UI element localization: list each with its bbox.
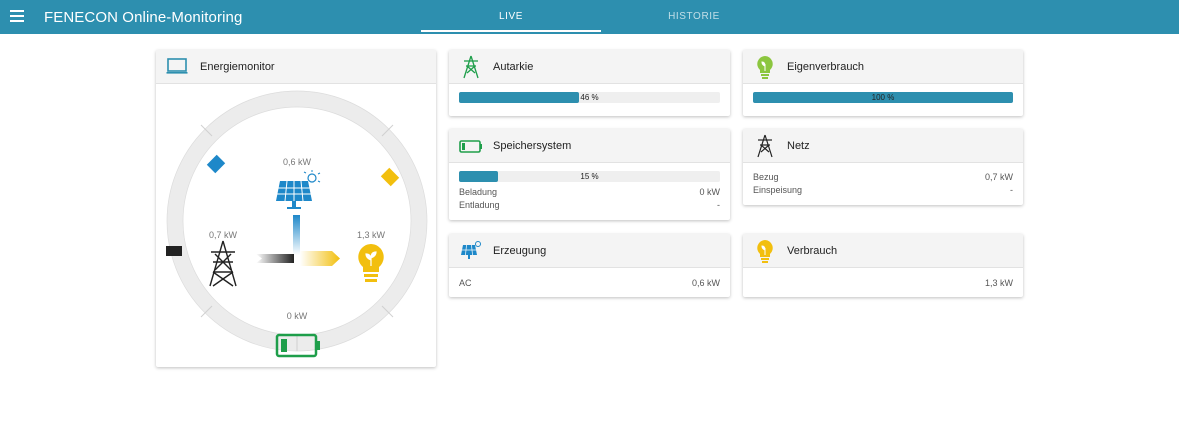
eigenverbrauch-progress-label: 100 % xyxy=(871,93,895,102)
tab-live[interactable]: LIVE xyxy=(421,0,601,34)
consumption-flow-arrow xyxy=(300,251,340,266)
pylon-icon xyxy=(463,55,479,79)
bulb-icon xyxy=(358,244,384,282)
pylon-icon xyxy=(209,240,237,287)
autarkie-header: Autarkie xyxy=(449,50,730,84)
grid-flow-arrow xyxy=(256,254,294,263)
autarkie-body: 46 % xyxy=(449,84,730,111)
erzeugung-card: Erzeugung AC 0,6 kW xyxy=(449,234,730,297)
bezug-label: Bezug xyxy=(753,172,779,182)
solar-panel-icon xyxy=(276,170,321,209)
app-title: FENECON Online-Monitoring xyxy=(44,9,243,26)
eigenverbrauch-title: Eigenverbrauch xyxy=(787,61,865,73)
grid-value: 0,7 kW xyxy=(209,230,238,240)
entladung-label: Entladung xyxy=(459,200,500,210)
energiemonitor-header: Energiemonitor xyxy=(156,50,436,84)
speichersystem-header: Speichersystem xyxy=(449,129,730,163)
grid-ring-marker xyxy=(166,246,182,256)
verbrauch-title: Verbrauch xyxy=(787,245,838,257)
speichersystem-title: Speichersystem xyxy=(493,140,572,152)
consumption-ring-marker xyxy=(380,167,400,187)
einspeisung-row: Einspeisung - xyxy=(753,184,1013,197)
eigenverbrauch-progress-bar: 100 % xyxy=(753,92,1013,103)
top-app-bar: FENECON Online-Monitoring LIVE HISTORIE xyxy=(0,0,1179,34)
verbrauch-card: Verbrauch 1,3 kW xyxy=(743,234,1023,297)
erzeugung-body: AC 0,6 kW xyxy=(449,268,730,298)
autarkie-card: Autarkie 46 % xyxy=(449,50,730,116)
netz-header: Netz xyxy=(743,129,1023,163)
solar-panel-icon xyxy=(461,241,481,259)
production-value: 0,6 kW xyxy=(283,157,312,167)
netz-title: Netz xyxy=(787,140,810,152)
autarkie-progress-bar: 46 % xyxy=(459,92,720,103)
production-flow-bar xyxy=(293,215,300,255)
energiemonitor-title: Energiemonitor xyxy=(200,61,275,73)
netz-body: Bezug 0,7 kW Einspeisung - xyxy=(743,163,1023,205)
tab-historie-label: HISTORIE xyxy=(668,11,720,22)
eigenverbrauch-card: Eigenverbrauch 100 % xyxy=(743,50,1023,116)
bulb-icon xyxy=(757,240,773,263)
autarkie-title: Autarkie xyxy=(493,61,534,73)
battery-icon xyxy=(459,140,482,153)
speichersystem-progress-label: 15 % xyxy=(580,172,599,181)
bezug-value: 0,7 kW xyxy=(984,172,1013,182)
ac-value: 0,6 kW xyxy=(691,278,720,288)
einspeisung-label: Einspeisung xyxy=(753,185,803,195)
entladung-value: - xyxy=(717,200,720,210)
ac-row: AC 0,6 kW xyxy=(459,277,720,290)
speichersystem-progress-bar: 15 % xyxy=(459,171,720,182)
speichersystem-card: Speichersystem 15 % Beladung 0 kW Entlad… xyxy=(449,129,730,220)
beladung-label: Beladung xyxy=(459,187,498,197)
entladung-row: Entladung - xyxy=(459,199,720,212)
bezug-row: Bezug 0,7 kW xyxy=(753,171,1013,184)
speichersystem-body: 15 % Beladung 0 kW Entladung - xyxy=(449,163,730,220)
autarkie-progress-label: 46 % xyxy=(580,93,599,102)
eigenverbrauch-header: Eigenverbrauch xyxy=(743,50,1023,84)
einspeisung-value: - xyxy=(1010,185,1013,195)
beladung-value: 0 kW xyxy=(699,187,720,197)
eigenverbrauch-body: 100 % xyxy=(743,84,1023,111)
beladung-row: Beladung 0 kW xyxy=(459,186,720,199)
erzeugung-header: Erzeugung xyxy=(449,234,730,268)
monitor-icon xyxy=(166,58,188,74)
production-ring-marker xyxy=(206,154,226,174)
pylon-icon xyxy=(757,134,773,158)
bulb-icon xyxy=(757,56,773,79)
consumption-value: 1,3 kW xyxy=(357,230,386,240)
ac-label: AC xyxy=(459,278,472,288)
verbrauch-body: 1,3 kW xyxy=(743,268,1023,298)
tab-historie[interactable]: HISTORIE xyxy=(604,0,784,34)
verbrauch-row: 1,3 kW xyxy=(753,277,1013,290)
erzeugung-title: Erzeugung xyxy=(493,245,547,257)
menu-icon[interactable] xyxy=(10,10,24,22)
energiemonitor-card: Energiemonitor 0,6 kW 0,7 kW 1,3 kW 0 kW xyxy=(156,50,436,367)
verbrauch-header: Verbrauch xyxy=(743,234,1023,268)
active-tab-indicator xyxy=(421,30,601,32)
tab-live-label: LIVE xyxy=(498,11,524,22)
energy-flow-diagram: 0,6 kW 0,7 kW 1,3 kW 0 kW xyxy=(166,90,428,358)
storage-value: 0 kW xyxy=(287,311,308,321)
netz-card: Netz Bezug 0,7 kW Einspeisung - xyxy=(743,129,1023,205)
verbrauch-value: 1,3 kW xyxy=(984,278,1013,288)
